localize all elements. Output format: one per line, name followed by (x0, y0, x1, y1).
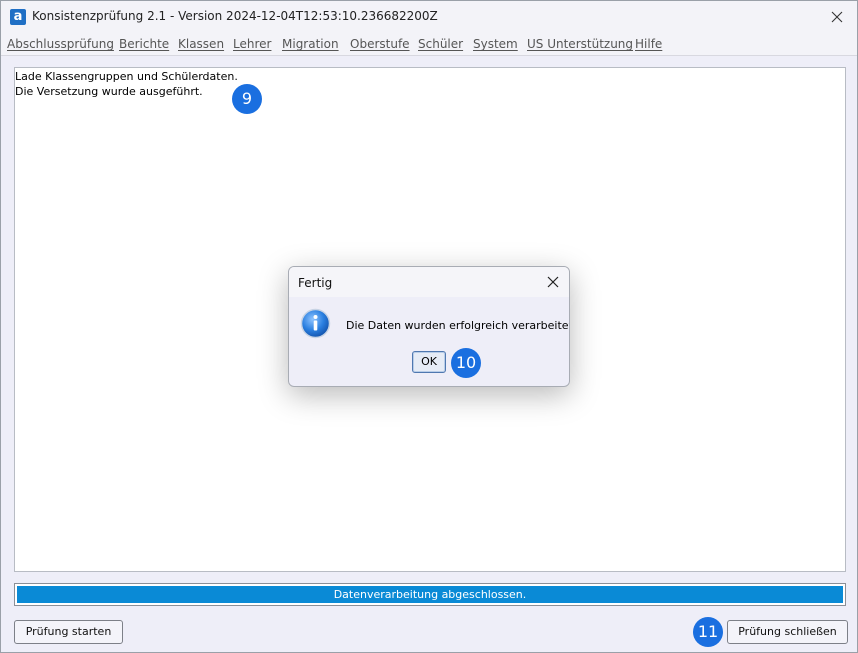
dialog-title-bar: Fertig (289, 267, 569, 297)
close-icon (547, 276, 559, 288)
main-window: a Konsistenzprüfung 2.1 - Version 2024-1… (0, 0, 858, 653)
ok-button[interactable]: OK (412, 351, 446, 373)
menu-schueler[interactable]: Schüler (418, 37, 463, 51)
log-line: Die Versetzung wurde ausgeführt. (15, 85, 203, 98)
menu-us-unterstuetzung[interactable]: US Unterstützung (527, 37, 633, 51)
step-badge-9: 9 (232, 84, 262, 114)
menu-berichte[interactable]: Berichte (119, 37, 169, 51)
menu-abschlusspruefung[interactable]: Abschlussprüfung (7, 37, 114, 51)
start-check-button[interactable]: Prüfung starten (14, 620, 123, 644)
menu-oberstufe[interactable]: Oberstufe (350, 37, 410, 51)
progress-label: Datenverarbeitung abgeschlossen. (333, 588, 527, 601)
window-title: Konsistenzprüfung 2.1 - Version 2024-12-… (32, 9, 438, 23)
progress-bar: Datenverarbeitung abgeschlossen. (14, 583, 846, 606)
dialog-close-button[interactable] (543, 272, 563, 292)
step-badge-11: 11 (693, 617, 723, 647)
window-close-button[interactable] (825, 5, 849, 29)
menu-hilfe[interactable]: Hilfe (635, 37, 662, 51)
menu-klassen[interactable]: Klassen (178, 37, 224, 51)
done-dialog: Fertig Die Daten wurden erfolgreich vera… (288, 266, 570, 387)
app-logo-icon: a (10, 9, 26, 25)
info-icon (300, 308, 331, 339)
menu-migration[interactable]: Migration (282, 37, 339, 51)
title-bar: a Konsistenzprüfung 2.1 - Version 2024-1… (1, 1, 857, 33)
log-line: Lade Klassengruppen und Schülerdaten. (15, 70, 238, 83)
step-badge-10: 10 (451, 348, 481, 378)
menu-system[interactable]: System (473, 37, 518, 51)
dialog-message: Die Daten wurden erfolgreich verarbeitet… (346, 319, 570, 332)
close-check-button[interactable]: Prüfung schließen (727, 620, 848, 644)
menu-bar: Abschlussprüfung Berichte Klassen Lehrer… (1, 33, 857, 56)
close-icon (831, 11, 843, 23)
menu-lehrer[interactable]: Lehrer (233, 37, 271, 51)
dialog-title: Fertig (298, 276, 333, 290)
